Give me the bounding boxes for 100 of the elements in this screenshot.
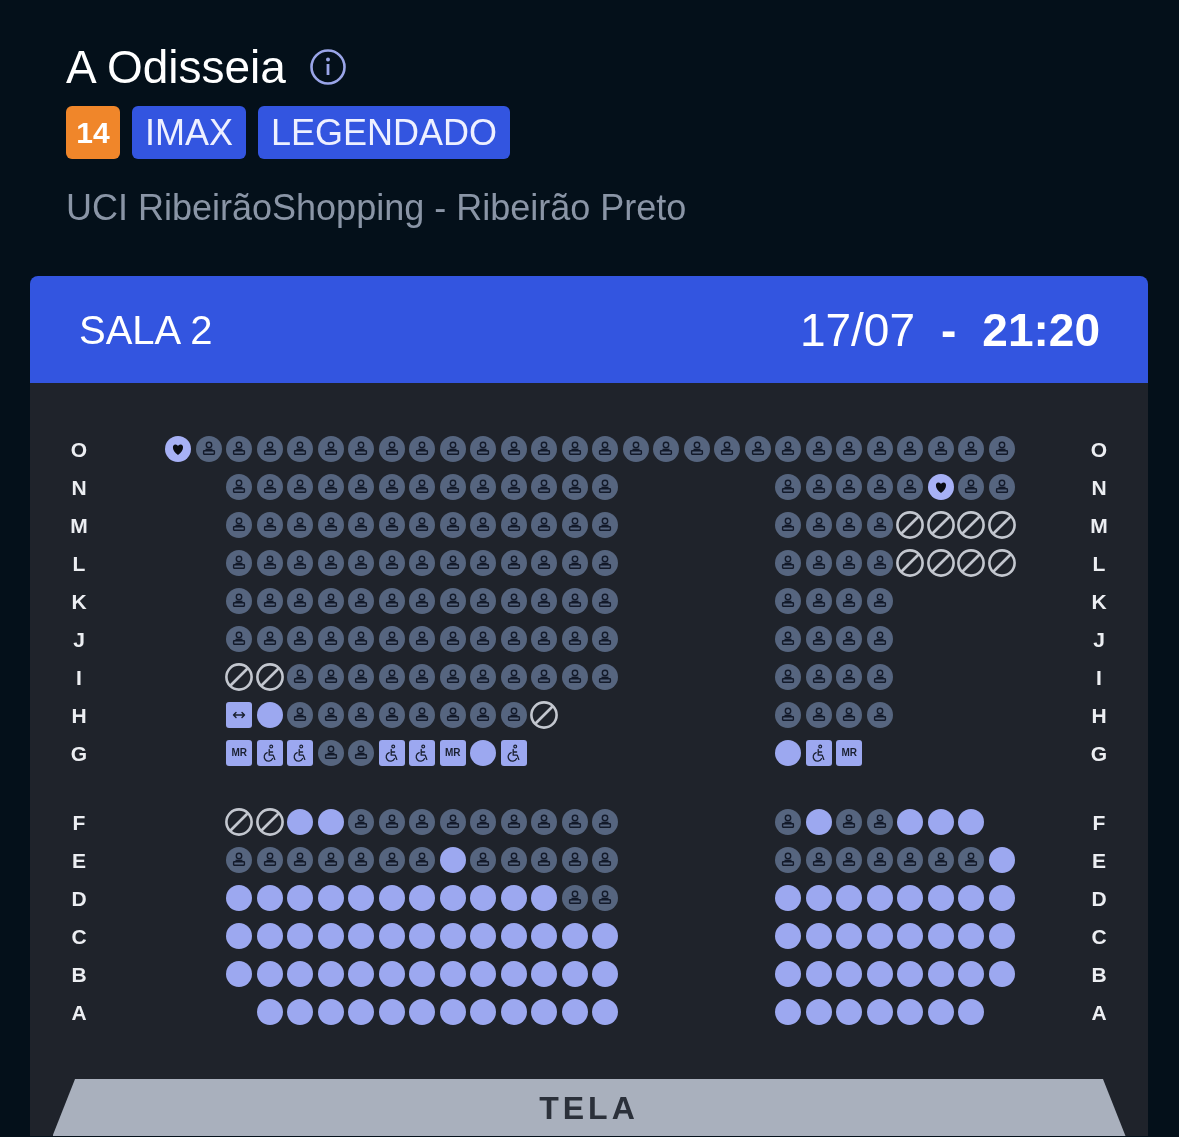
seat-circle-icon[interactable] (561, 999, 588, 1025)
seat-circle-icon[interactable] (470, 923, 497, 949)
seat-circle-icon[interactable] (866, 885, 893, 911)
seat-circle-icon[interactable] (287, 885, 314, 911)
seat-circle-icon[interactable] (866, 999, 893, 1025)
seat-circle-icon[interactable] (958, 923, 985, 949)
seat-circle-icon[interactable] (775, 885, 802, 911)
seat-circle-icon[interactable] (226, 923, 253, 949)
seat-circle-icon[interactable] (348, 961, 375, 987)
seat-circle-icon[interactable] (226, 885, 253, 911)
seat-circle-icon[interactable] (470, 961, 497, 987)
seat-circle-icon[interactable] (561, 923, 588, 949)
seat-circle-icon[interactable] (866, 923, 893, 949)
mr-seat[interactable]: MR (439, 740, 466, 766)
seat-circle-icon[interactable] (927, 923, 954, 949)
seat-circle-icon[interactable] (256, 961, 283, 987)
seat-circle-icon[interactable] (958, 999, 985, 1025)
seat-circle-icon[interactable] (500, 923, 527, 949)
seat-circle-icon[interactable] (531, 961, 558, 987)
seat-circle-icon[interactable] (470, 999, 497, 1025)
seat-circle-icon[interactable] (317, 923, 344, 949)
seat-circle-icon[interactable] (500, 885, 527, 911)
seat-circle-icon[interactable] (927, 961, 954, 987)
seat-circle-icon[interactable] (348, 923, 375, 949)
seat-circle-icon[interactable] (775, 740, 802, 766)
seat-circle-icon[interactable] (805, 923, 832, 949)
seat-circle-icon[interactable] (287, 809, 314, 835)
seat-circle-icon[interactable] (317, 809, 344, 835)
seat-circle-icon[interactable] (927, 809, 954, 835)
wheelchair-seat-icon[interactable] (409, 740, 436, 766)
seat-circle-icon[interactable] (958, 885, 985, 911)
seat-circle-icon[interactable] (256, 885, 283, 911)
seat-circle-icon[interactable] (775, 923, 802, 949)
seat-circle-icon[interactable] (317, 885, 344, 911)
seat-circle-icon[interactable] (378, 961, 405, 987)
seat-circle-icon[interactable] (409, 885, 436, 911)
seat-circle-icon[interactable] (348, 999, 375, 1025)
seat-circle-icon[interactable] (805, 999, 832, 1025)
seat-circle-icon[interactable] (317, 961, 344, 987)
seat-circle-icon[interactable] (470, 885, 497, 911)
seat-circle-icon[interactable] (378, 999, 405, 1025)
mr-seat[interactable]: MR (836, 740, 863, 766)
heart-seat-icon[interactable] (927, 474, 954, 500)
seat-circle-icon[interactable] (897, 809, 924, 835)
double-arrow-seat-icon[interactable] (226, 702, 253, 728)
seat-circle-icon[interactable] (531, 923, 558, 949)
seat-circle-icon[interactable] (897, 999, 924, 1025)
seat-circle-icon[interactable] (531, 885, 558, 911)
seat-circle-icon[interactable] (897, 961, 924, 987)
seat-circle-icon[interactable] (287, 961, 314, 987)
seat-circle-icon[interactable] (927, 999, 954, 1025)
seat-circle-icon[interactable] (988, 923, 1015, 949)
wheelchair-seat-icon[interactable] (287, 740, 314, 766)
seat-circle-icon[interactable] (256, 702, 283, 728)
seat-circle-icon[interactable] (378, 923, 405, 949)
wheelchair-seat-icon[interactable] (500, 740, 527, 766)
wheelchair-seat-icon[interactable] (378, 740, 405, 766)
seat-circle-icon[interactable] (378, 885, 405, 911)
seat-circle-icon[interactable] (958, 809, 985, 835)
seat-circle-icon[interactable] (805, 885, 832, 911)
seat-circle-icon[interactable] (409, 923, 436, 949)
seat-circle-icon[interactable] (226, 961, 253, 987)
seat-circle-icon[interactable] (775, 961, 802, 987)
seat-circle-icon[interactable] (531, 999, 558, 1025)
seat-circle-icon[interactable] (439, 999, 466, 1025)
seat-circle-icon[interactable] (439, 923, 466, 949)
seat-circle-icon[interactable] (256, 923, 283, 949)
seat-circle-icon[interactable] (439, 961, 466, 987)
seat-circle-icon[interactable] (927, 885, 954, 911)
seat-circle-icon[interactable] (287, 999, 314, 1025)
seat-circle-icon[interactable] (897, 923, 924, 949)
seat-circle-icon[interactable] (836, 923, 863, 949)
seat-circle-icon[interactable] (348, 885, 375, 911)
seat-circle-icon[interactable] (836, 961, 863, 987)
seat-circle-icon[interactable] (836, 999, 863, 1025)
seat-circle-icon[interactable] (287, 923, 314, 949)
seat-circle-icon[interactable] (592, 923, 619, 949)
seat-circle-icon[interactable] (592, 999, 619, 1025)
seat-circle-icon[interactable] (317, 999, 344, 1025)
seat-circle-icon[interactable] (500, 999, 527, 1025)
seat-circle-icon[interactable] (470, 740, 497, 766)
seat-circle-icon[interactable] (988, 961, 1015, 987)
seat-circle-icon[interactable] (409, 961, 436, 987)
info-icon[interactable] (309, 49, 346, 85)
wheelchair-seat-icon[interactable] (805, 740, 832, 766)
seat-circle-icon[interactable] (988, 847, 1015, 873)
seat-circle-icon[interactable] (897, 885, 924, 911)
heart-seat-icon[interactable] (165, 436, 192, 462)
seat-circle-icon[interactable] (866, 961, 893, 987)
seat-circle-icon[interactable] (988, 885, 1015, 911)
seat-circle-icon[interactable] (592, 961, 619, 987)
seat-circle-icon[interactable] (775, 999, 802, 1025)
seat-circle-icon[interactable] (256, 999, 283, 1025)
seat-circle-icon[interactable] (409, 999, 436, 1025)
seat-circle-icon[interactable] (836, 885, 863, 911)
seat-circle-icon[interactable] (439, 847, 466, 873)
mr-seat[interactable]: MR (226, 740, 253, 766)
seat-circle-icon[interactable] (958, 961, 985, 987)
seat-circle-icon[interactable] (561, 961, 588, 987)
seat-circle-icon[interactable] (805, 961, 832, 987)
